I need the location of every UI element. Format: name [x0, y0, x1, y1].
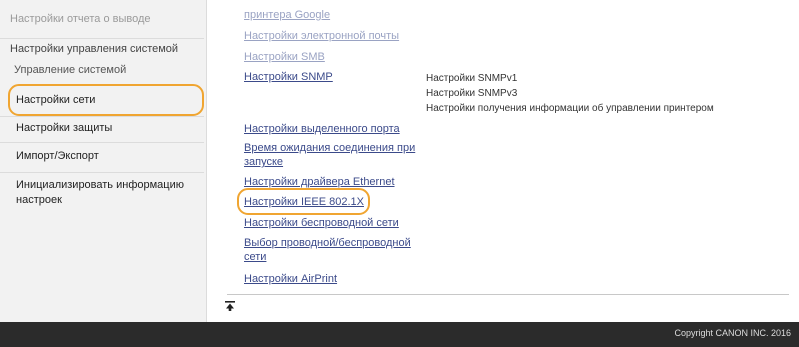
link-airprint[interactable]: Настройки AirPrint: [244, 272, 337, 286]
snmp-note-v3: Настройки SNMPv3: [426, 88, 518, 99]
sidebar-item-initialize-settings[interactable]: Инициализировать информацию настроек: [0, 172, 204, 208]
sidebar-item-label: Инициализировать информацию настроек: [16, 179, 184, 206]
sidebar-item-label: Настройки защиты: [16, 122, 113, 134]
link-email-settings[interactable]: Настройки электронной почты: [244, 29, 399, 43]
scroll-to-top-icon[interactable]: [224, 300, 236, 312]
sidebar-item-label: Управление системой: [14, 64, 127, 76]
link-ethernet-driver[interactable]: Настройки драйвера Ethernet: [244, 175, 395, 189]
link-smb-settings[interactable]: Настройки SMB: [244, 50, 325, 64]
link-dedicated-port[interactable]: Настройки выделенного порта: [244, 122, 400, 136]
main-content: принтера Google Настройки электронной по…: [207, 0, 799, 322]
snmp-note-v1: Настройки SNMPv1: [426, 73, 518, 84]
link-wired-wireless-select[interactable]: Выбор проводной/беспроводной сети: [244, 236, 424, 264]
divider: [227, 294, 789, 295]
link-wireless-lan[interactable]: Настройки беспроводной сети: [244, 216, 399, 230]
sidebar-item-network-settings[interactable]: Настройки сети: [0, 93, 204, 108]
sidebar-item-report-settings[interactable]: Настройки отчета о выводе: [0, 12, 204, 27]
sidebar-section-system-management-settings[interactable]: Настройки управления системой: [0, 38, 204, 57]
sidebar-item-label: Настройки отчета о выводе: [10, 13, 151, 25]
sidebar-item-security-settings[interactable]: Настройки защиты: [0, 116, 204, 136]
sidebar: Настройки отчета о выводе Настройки упра…: [0, 0, 207, 322]
link-ieee-8021x[interactable]: Настройки IEEE 802.1X: [244, 195, 364, 209]
sidebar-section-label: Настройки управления системой: [10, 43, 179, 55]
sidebar-item-label: Настройки сети: [16, 94, 96, 106]
snmp-note-printer-management: Настройки получения информации об управл…: [426, 103, 714, 114]
sidebar-item-import-export[interactable]: Импорт/Экспорт: [0, 142, 204, 164]
link-snmp-settings[interactable]: Настройки SNMP: [244, 70, 333, 84]
link-connection-wait-time[interactable]: Время ожидания соединения при запуске: [244, 141, 424, 169]
sidebar-item-label: Импорт/Экспорт: [16, 150, 99, 162]
copyright-text: Copyright CANON INC. 2016: [674, 328, 791, 338]
footer: Copyright CANON INC. 2016: [0, 322, 799, 347]
sidebar-item-system-management[interactable]: Управление системой: [0, 63, 204, 78]
link-google-printer[interactable]: принтера Google: [244, 8, 330, 22]
